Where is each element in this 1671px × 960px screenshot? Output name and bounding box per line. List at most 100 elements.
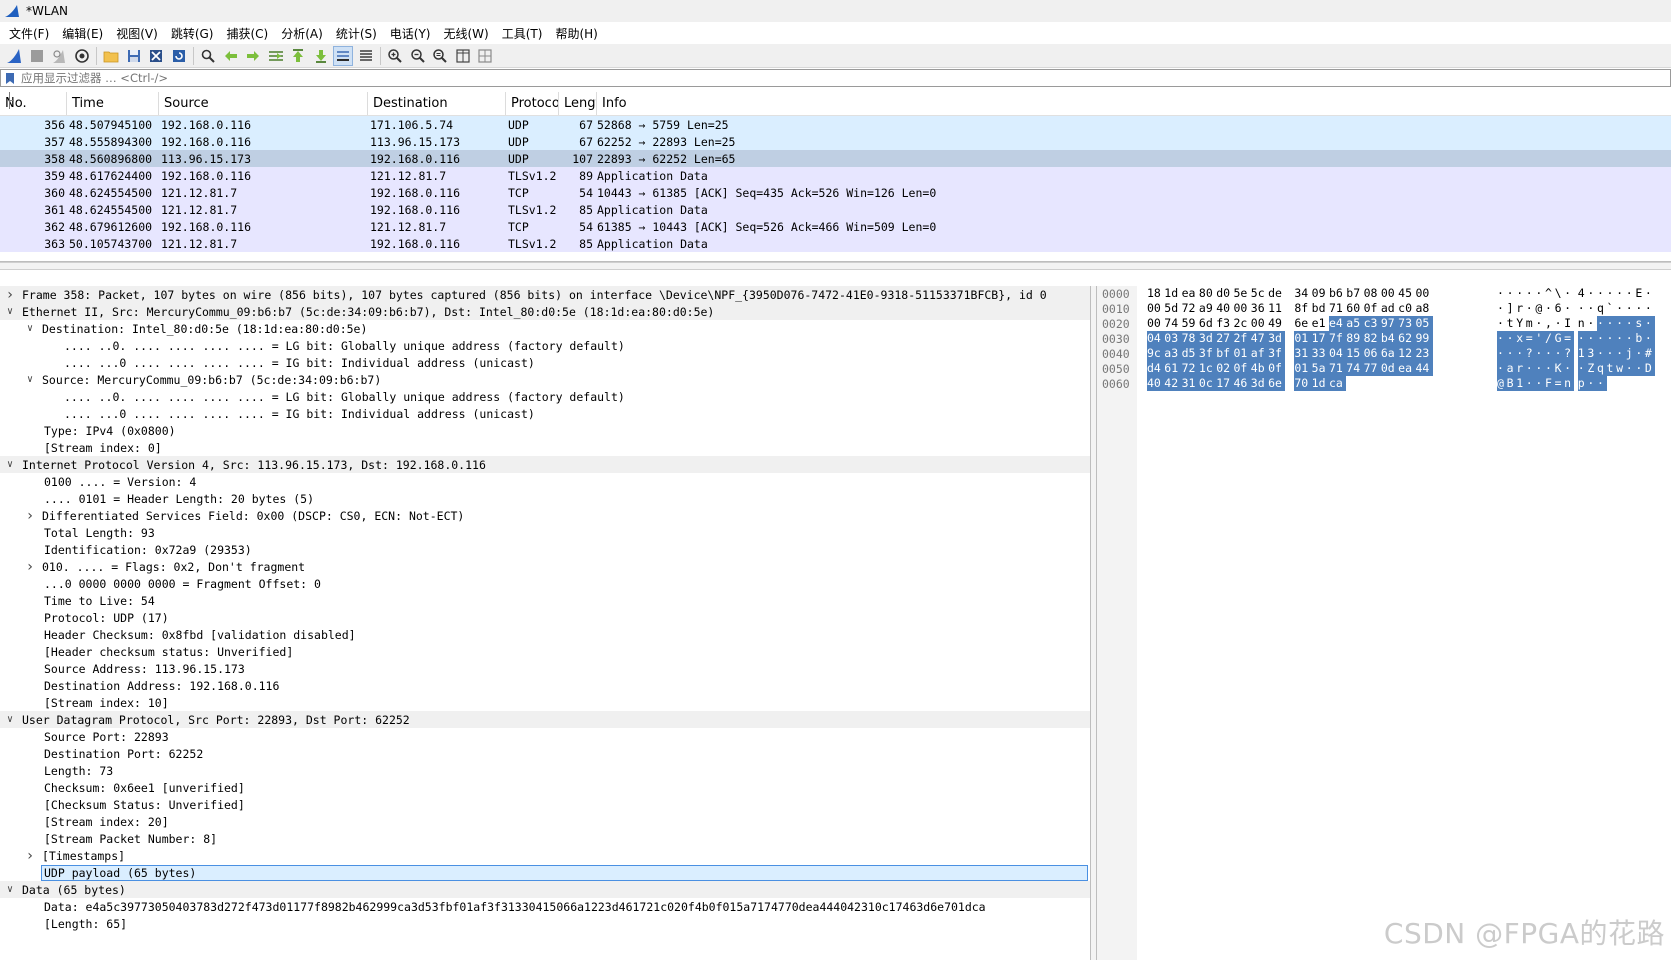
hex-byte[interactable]: 5e [1233, 286, 1250, 301]
hex-byte[interactable]: 82 [1363, 331, 1381, 346]
detail-row[interactable]: [Stream index: 20] [0, 813, 1090, 830]
hex-byte[interactable]: a3 [1164, 346, 1182, 361]
hex-byte[interactable]: 00 [1381, 286, 1398, 301]
display-filter-input[interactable] [21, 71, 1670, 85]
hex-byte[interactable]: 6a [1380, 346, 1399, 361]
hex-byte[interactable]: 44 [1415, 361, 1433, 376]
detail-row[interactable]: ∨ Source: MercuryCommu_09:b6:b7 (5c:de:34… [0, 371, 1090, 388]
bytes-hex[interactable]: 40 42 31 0c 17 46 3d 6e 70 1d ca [1137, 376, 1497, 391]
hex-byte[interactable]: 72 [1181, 361, 1199, 376]
hex-byte[interactable]: bd [1312, 301, 1329, 316]
column-header-length[interactable]: Lengt [559, 92, 597, 115]
detail-row[interactable]: .... ...0 .... .... .... .... = IG bit: … [0, 405, 1090, 422]
menu-edit[interactable]: 编辑(E) [57, 25, 108, 42]
hex-byte[interactable]: 03 [1164, 331, 1182, 346]
hex-byte[interactable]: 0c [1198, 376, 1217, 391]
hex-byte[interactable]: 40 [1147, 376, 1165, 391]
detail-row[interactable]: .... ..0. .... .... .... .... = LG bit: … [0, 388, 1090, 405]
hex-byte[interactable]: 27 [1216, 331, 1234, 346]
hex-byte[interactable]: de [1268, 286, 1285, 301]
autoscroll-icon[interactable] [333, 45, 353, 66]
hex-byte[interactable]: 1d [1164, 286, 1181, 301]
colorize-icon[interactable] [356, 46, 376, 66]
chevron-right-icon[interactable]: › [24, 847, 36, 864]
chevron-down-icon[interactable]: ∨ [4, 303, 16, 320]
hex-byte[interactable]: 04 [1147, 331, 1165, 346]
hex-byte[interactable]: 15 [1346, 346, 1364, 361]
packet-row[interactable]: 360 48.624554500 121.12.81.7 192.168.0.116 T… [0, 184, 1671, 201]
hex-byte[interactable]: 78 [1181, 331, 1199, 346]
menu-tools[interactable]: 工具(T) [497, 25, 548, 42]
hex-byte[interactable]: 0f [1364, 301, 1381, 316]
detail-row[interactable]: Time to Live: 54 [0, 592, 1090, 609]
hex-byte[interactable]: 40 [1216, 301, 1233, 316]
hex-byte[interactable]: 59 [1182, 316, 1199, 331]
menu-go[interactable]: 跳转(G) [166, 25, 219, 42]
detail-row[interactable]: Destination Port: 62252 [0, 745, 1090, 762]
chevron-down-icon[interactable]: ∨ [4, 711, 16, 728]
hex-byte[interactable]: 5a [1311, 361, 1329, 376]
hex-byte[interactable]: af [1250, 346, 1269, 361]
hex-byte[interactable]: a5 [1346, 316, 1364, 331]
menu-wireless[interactable]: 无线(W) [439, 25, 494, 42]
hex-byte[interactable]: 2c [1233, 316, 1250, 331]
shark-fin-start-icon[interactable] [4, 46, 24, 66]
menu-capture[interactable]: 捕获(C) [221, 25, 273, 42]
filter-bookmark-icon[interactable] [3, 70, 17, 86]
bytes-hex[interactable]: d4 61 72 1c 02 0f 4b 0f 01 5a 71 74 77 0d ea 44 [1137, 361, 1497, 376]
hex-byte[interactable]: 00 [1415, 286, 1432, 301]
hex-byte[interactable]: 45 [1398, 286, 1415, 301]
hex-byte[interactable]: 8f [1294, 301, 1311, 316]
bytes-hex[interactable]: 00 5d 72 a9 40 00 36 11 8f bd 71 60 0f ad c0 a8 [1137, 301, 1497, 316]
chevron-down-icon[interactable]: ∨ [4, 456, 16, 473]
hex-byte[interactable]: 00 [1233, 301, 1250, 316]
go-to-packet-icon[interactable] [266, 46, 286, 66]
hex-byte[interactable]: 74 [1346, 361, 1364, 376]
hex-byte[interactable]: 97 [1380, 316, 1399, 331]
detail-row[interactable]: [Header checksum status: Unverified] [0, 643, 1090, 660]
hex-byte[interactable]: 00 [1147, 316, 1164, 331]
packet-row[interactable]: 361 48.624554500 121.12.81.7 192.168.0.116 T… [0, 201, 1671, 218]
detail-row[interactable]: 0100 .... = Version: 4 [0, 473, 1090, 490]
hex-byte[interactable]: f3 [1216, 316, 1233, 331]
bytes-ascii[interactable]: · · x = ' / G = · · · · · · b · [1497, 331, 1655, 346]
chevron-right-icon[interactable]: › [4, 286, 16, 303]
detail-row[interactable]: ...0 0000 0000 0000 = Fragment Offset: 0 [0, 575, 1090, 592]
bytes-ascii[interactable]: · · · · · ^ \ · 4 · · · · · E · [1497, 286, 1655, 301]
hex-byte[interactable]: b7 [1346, 286, 1363, 301]
menu-statistics[interactable]: 统计(S) [331, 25, 382, 42]
hex-byte[interactable]: 49 [1268, 316, 1285, 331]
resize-columns-icon[interactable] [453, 46, 473, 66]
detail-row[interactable]: ∨ Internet Protocol Version 4, Src: 113.9… [0, 456, 1090, 473]
detail-row[interactable]: Identification: 0x72a9 (29353) [0, 541, 1090, 558]
detail-row[interactable]: ∨ Data (65 bytes) [0, 881, 1090, 898]
hex-byte[interactable]: ca [1328, 376, 1347, 391]
detail-row[interactable]: ∨ Destination: Intel_80:d0:5e (18:1d:ea:8… [0, 320, 1090, 337]
hex-byte[interactable]: 0d [1380, 361, 1399, 376]
detail-row[interactable]: [Stream index: 0] [0, 439, 1090, 456]
close-file-icon[interactable] [146, 46, 166, 66]
detail-row[interactable]: Source Address: 113.96.15.173 [0, 660, 1090, 677]
hex-byte[interactable]: 62 [1398, 331, 1416, 346]
hex-byte[interactable]: 3d [1268, 331, 1286, 346]
column-header-source[interactable]: Source [159, 92, 368, 115]
hex-byte[interactable]: d4 [1147, 361, 1165, 376]
detail-row[interactable]: [Checksum Status: Unverified] [0, 796, 1090, 813]
normal-size-icon[interactable] [430, 46, 450, 66]
hex-byte[interactable]: 6e [1268, 376, 1286, 391]
hex-byte[interactable]: 31 [1294, 346, 1312, 361]
hex-byte[interactable]: c0 [1398, 301, 1415, 316]
zoom-out-icon[interactable] [408, 46, 428, 66]
hex-byte[interactable]: 1c [1198, 361, 1217, 376]
hex-byte[interactable]: 89 [1346, 331, 1364, 346]
column-header-info[interactable]: Info [597, 92, 1671, 115]
detail-row[interactable]: Data: e4a5c39773050403783d272f473d01177f… [0, 898, 1090, 915]
hex-byte[interactable]: 70 [1294, 376, 1312, 391]
detail-row[interactable]: .... ...0 .... .... .... .... = IG bit: … [0, 354, 1090, 371]
hex-byte[interactable]: e1 [1312, 316, 1329, 331]
hex-byte[interactable]: 3d [1198, 331, 1217, 346]
detail-row[interactable]: ∨ Ethernet II, Src: MercuryCommu_09:b6:b7… [0, 303, 1090, 320]
hex-byte[interactable]: 23 [1415, 346, 1433, 361]
hex-byte[interactable]: 33 [1311, 346, 1329, 361]
packet-row[interactable]: 357 48.555894300 192.168.0.116 113.96.15.17… [0, 92, 1671, 150]
